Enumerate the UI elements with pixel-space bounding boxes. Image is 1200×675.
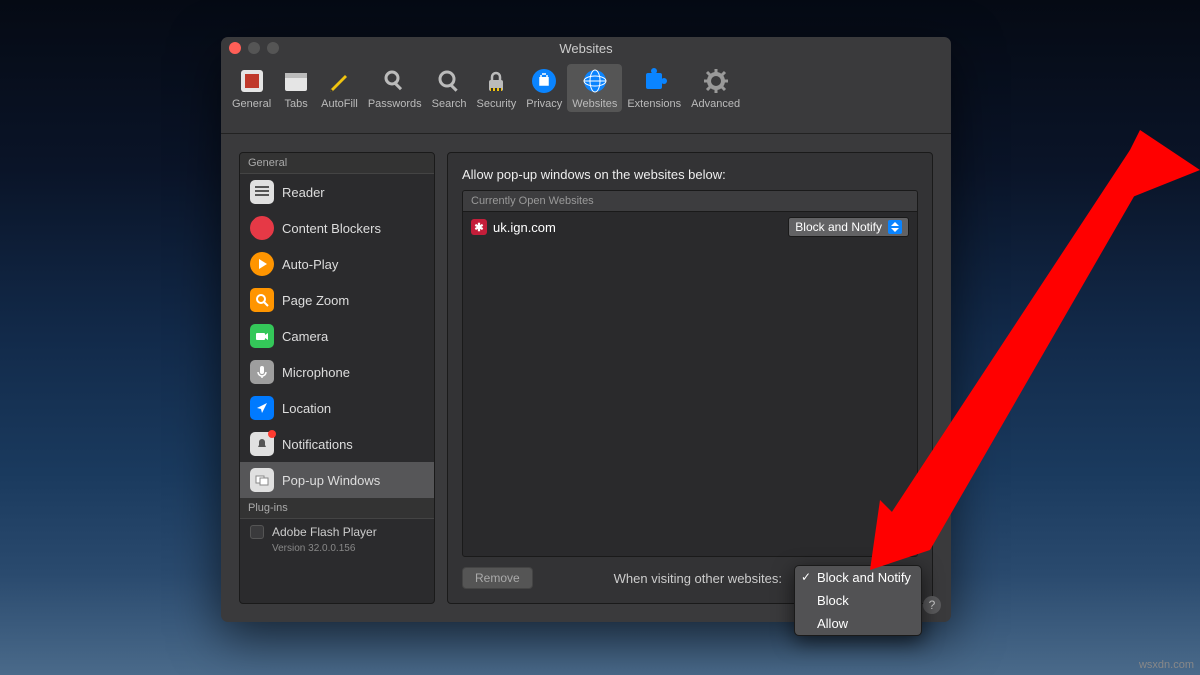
tab-label: Search — [432, 98, 467, 110]
pencil-icon — [324, 66, 354, 96]
globe-icon — [580, 66, 610, 96]
list-header: Currently Open Websites — [463, 191, 917, 212]
bell-icon — [250, 432, 274, 456]
sidebar-item-auto-play[interactable]: Auto-Play — [240, 246, 434, 282]
titlebar: Websites — [221, 37, 951, 59]
sidebar-item-label: Notifications — [282, 437, 353, 452]
sidebar-item-label: Content Blockers — [282, 221, 381, 236]
play-icon — [250, 252, 274, 276]
tab-label: Passwords — [368, 98, 422, 110]
websites-list: Currently Open Websites ✱ uk.ign.com Blo… — [462, 190, 918, 557]
sidebar-item-notifications[interactable]: Notifications — [240, 426, 434, 462]
search-icon — [434, 66, 464, 96]
hand-icon — [529, 66, 559, 96]
tab-security[interactable]: Security — [471, 64, 521, 112]
tab-label: Security — [476, 98, 516, 110]
watermark: wsxdn.com — [1139, 659, 1194, 671]
row-setting-dropdown[interactable]: Block and Notify — [788, 217, 909, 237]
sidebar-item-label: Reader — [282, 185, 325, 200]
sidebar-item-popup-windows[interactable]: Pop-up Windows — [240, 462, 434, 498]
location-icon — [250, 396, 274, 420]
tab-search[interactable]: Search — [427, 64, 472, 112]
sidebar-item-label: Pop-up Windows — [282, 473, 380, 488]
key-icon — [380, 66, 410, 96]
tab-general[interactable]: General — [227, 64, 276, 112]
menu-option-block-notify[interactable]: Block and Notify — [795, 566, 921, 589]
general-icon — [237, 66, 267, 96]
plugin-row[interactable]: Adobe Flash Player Version 32.0.0.156 — [240, 519, 434, 558]
sidebar-item-label: Microphone — [282, 365, 350, 380]
window-title: Websites — [221, 41, 951, 56]
sidebar-item-camera[interactable]: Camera — [240, 318, 434, 354]
plugin-name: Adobe Flash Player — [272, 525, 377, 539]
help-button[interactable]: ? — [923, 596, 941, 614]
content-area: General Reader Content Blockers Auto-Pla… — [221, 134, 951, 622]
camera-icon — [250, 324, 274, 348]
menu-option-block[interactable]: Block — [795, 589, 921, 612]
plugin-version: Version 32.0.0.156 — [272, 543, 424, 554]
tab-label: General — [232, 98, 271, 110]
preferences-window: Websites General Tabs AutoFill — [221, 37, 951, 622]
detail-pane: Allow pop-up windows on the websites bel… — [447, 152, 933, 604]
footer-dropdown-menu[interactable]: Block and Notify Block Allow — [794, 565, 922, 636]
plugin-checkbox[interactable] — [250, 525, 264, 539]
tab-privacy[interactable]: Privacy — [521, 64, 567, 112]
sidebar-item-label: Location — [282, 401, 331, 416]
tab-label: Advanced — [691, 98, 740, 110]
pane-footer: Remove When visiting other websites: Blo… — [462, 567, 918, 589]
sidebar-item-label: Page Zoom — [282, 293, 349, 308]
website-row[interactable]: ✱ uk.ign.com Block and Notify — [463, 212, 917, 242]
sidebar: General Reader Content Blockers Auto-Pla… — [239, 152, 435, 604]
zoom-icon — [250, 288, 274, 312]
sidebar-item-label: Camera — [282, 329, 328, 344]
tab-label: AutoFill — [321, 98, 358, 110]
tab-websites[interactable]: Websites — [567, 64, 622, 112]
favicon-icon: ✱ — [471, 219, 487, 235]
tab-label: Tabs — [285, 98, 308, 110]
puzzle-icon — [639, 66, 669, 96]
menu-option-allow[interactable]: Allow — [795, 612, 921, 635]
sidebar-item-location[interactable]: Location — [240, 390, 434, 426]
mic-icon — [250, 360, 274, 384]
preferences-toolbar: General Tabs AutoFill Passwords — [221, 59, 951, 134]
pane-heading: Allow pop-up windows on the websites bel… — [462, 167, 918, 182]
gear-icon — [701, 66, 731, 96]
tab-label: Websites — [572, 98, 617, 110]
footer-label: When visiting other websites: — [614, 571, 782, 586]
tab-passwords[interactable]: Passwords — [363, 64, 427, 112]
tab-extensions[interactable]: Extensions — [622, 64, 686, 112]
reader-icon — [250, 180, 274, 204]
tab-label: Privacy — [526, 98, 562, 110]
sidebar-item-microphone[interactable]: Microphone — [240, 354, 434, 390]
tab-advanced[interactable]: Advanced — [686, 64, 745, 112]
updown-arrows-icon — [888, 220, 902, 234]
sidebar-section-plugins-header: Plug-ins — [240, 498, 434, 519]
sidebar-item-reader[interactable]: Reader — [240, 174, 434, 210]
lock-icon — [481, 66, 511, 96]
sidebar-item-label: Auto-Play — [282, 257, 338, 272]
remove-button[interactable]: Remove — [462, 567, 533, 589]
sidebar-item-page-zoom[interactable]: Page Zoom — [240, 282, 434, 318]
sidebar-section-general-header: General — [240, 153, 434, 174]
tab-label: Extensions — [627, 98, 681, 110]
tab-tabs[interactable]: Tabs — [276, 64, 316, 112]
tab-autofill[interactable]: AutoFill — [316, 64, 363, 112]
stop-icon — [250, 216, 274, 240]
tabs-icon — [281, 66, 311, 96]
sidebar-item-content-blockers[interactable]: Content Blockers — [240, 210, 434, 246]
windows-icon — [250, 468, 274, 492]
website-domain: uk.ign.com — [493, 220, 556, 235]
dropdown-value: Block and Notify — [795, 220, 882, 234]
